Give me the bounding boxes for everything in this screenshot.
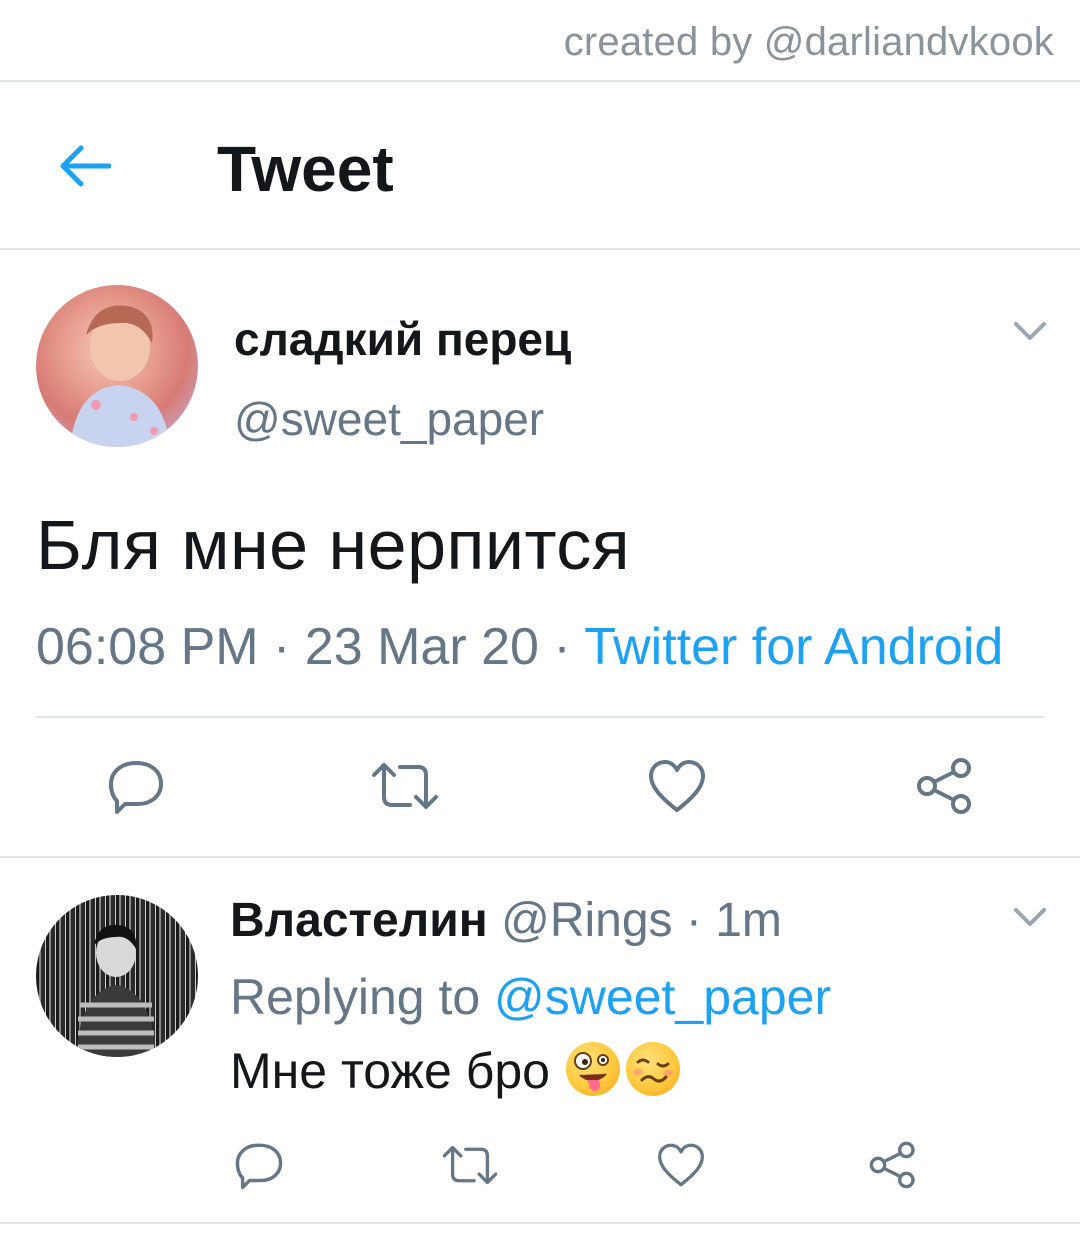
author-display-name[interactable]: сладкий перец <box>234 312 571 366</box>
reply-icon <box>109 761 163 814</box>
share-icon <box>869 1141 915 1189</box>
divider <box>0 856 1080 858</box>
reply-text-line: Мне тоже бро <box>230 1042 680 1100</box>
tweet-date: 23 Mar 20 <box>304 618 539 676</box>
tweet-source-link[interactable]: Twitter for Android <box>584 618 1003 676</box>
chevron-down-icon[interactable] <box>1010 902 1050 932</box>
divider <box>36 716 1044 718</box>
reply-author-display-name[interactable]: Властелин <box>230 894 488 947</box>
divider <box>0 1222 1080 1224</box>
reply-author-handle[interactable]: @Rings <box>501 894 672 947</box>
reply-header: Властелин @Rings · 1m <box>230 893 782 948</box>
meta-separator: · <box>538 618 585 676</box>
like-icon <box>658 1143 704 1187</box>
credit-text: created by @darliandvkook <box>563 20 1054 64</box>
share-button[interactable] <box>866 1138 920 1192</box>
top-app-bar: Tweet <box>0 82 1080 250</box>
retweet-icon <box>442 1145 498 1185</box>
page-title: Tweet <box>217 133 394 205</box>
back-arrow-icon <box>60 145 111 187</box>
reply-text: Мне тоже бро <box>230 1043 564 1099</box>
avatar[interactable] <box>36 285 198 447</box>
retweet-button[interactable] <box>440 1138 500 1192</box>
retweet-button[interactable] <box>370 756 440 816</box>
replying-to-line: Replying to @sweet_paper <box>230 968 831 1026</box>
like-button[interactable] <box>646 756 708 816</box>
reply-button[interactable] <box>232 1138 286 1192</box>
avatar-photo <box>70 305 170 447</box>
avatar[interactable] <box>36 895 198 1057</box>
replying-to-label: Replying to <box>230 969 495 1025</box>
woozy-face-emoji <box>625 1042 680 1096</box>
credit-bar: created by @darliandvkook <box>0 0 1080 82</box>
like-button[interactable] <box>654 1138 708 1192</box>
share-icon <box>917 758 971 814</box>
tweet-metadata: 06:08 PM · 23 Mar 20 · Twitter for Andro… <box>36 617 1003 677</box>
author-handle[interactable]: @sweet_paper <box>234 392 544 446</box>
tweet-time: 06:08 PM <box>36 618 259 676</box>
chevron-down-icon[interactable] <box>1010 316 1050 346</box>
reply-time: · 1m <box>672 894 782 947</box>
share-button[interactable] <box>914 756 976 816</box>
like-icon <box>649 760 705 812</box>
back-button[interactable] <box>52 134 116 198</box>
retweet-icon <box>372 763 438 809</box>
reply-button[interactable] <box>106 756 166 816</box>
meta-separator: · <box>258 618 305 676</box>
replying-to-handle[interactable]: @sweet_paper <box>494 969 831 1025</box>
avatar-photo <box>76 924 156 1057</box>
tweet-detail-screen: created by @darliandvkook Tweet сладкий … <box>0 0 1080 1242</box>
reply-icon <box>235 1143 283 1190</box>
tweet-text: Бля мне нерпится <box>36 506 631 584</box>
zany-face-emoji <box>565 1042 620 1096</box>
